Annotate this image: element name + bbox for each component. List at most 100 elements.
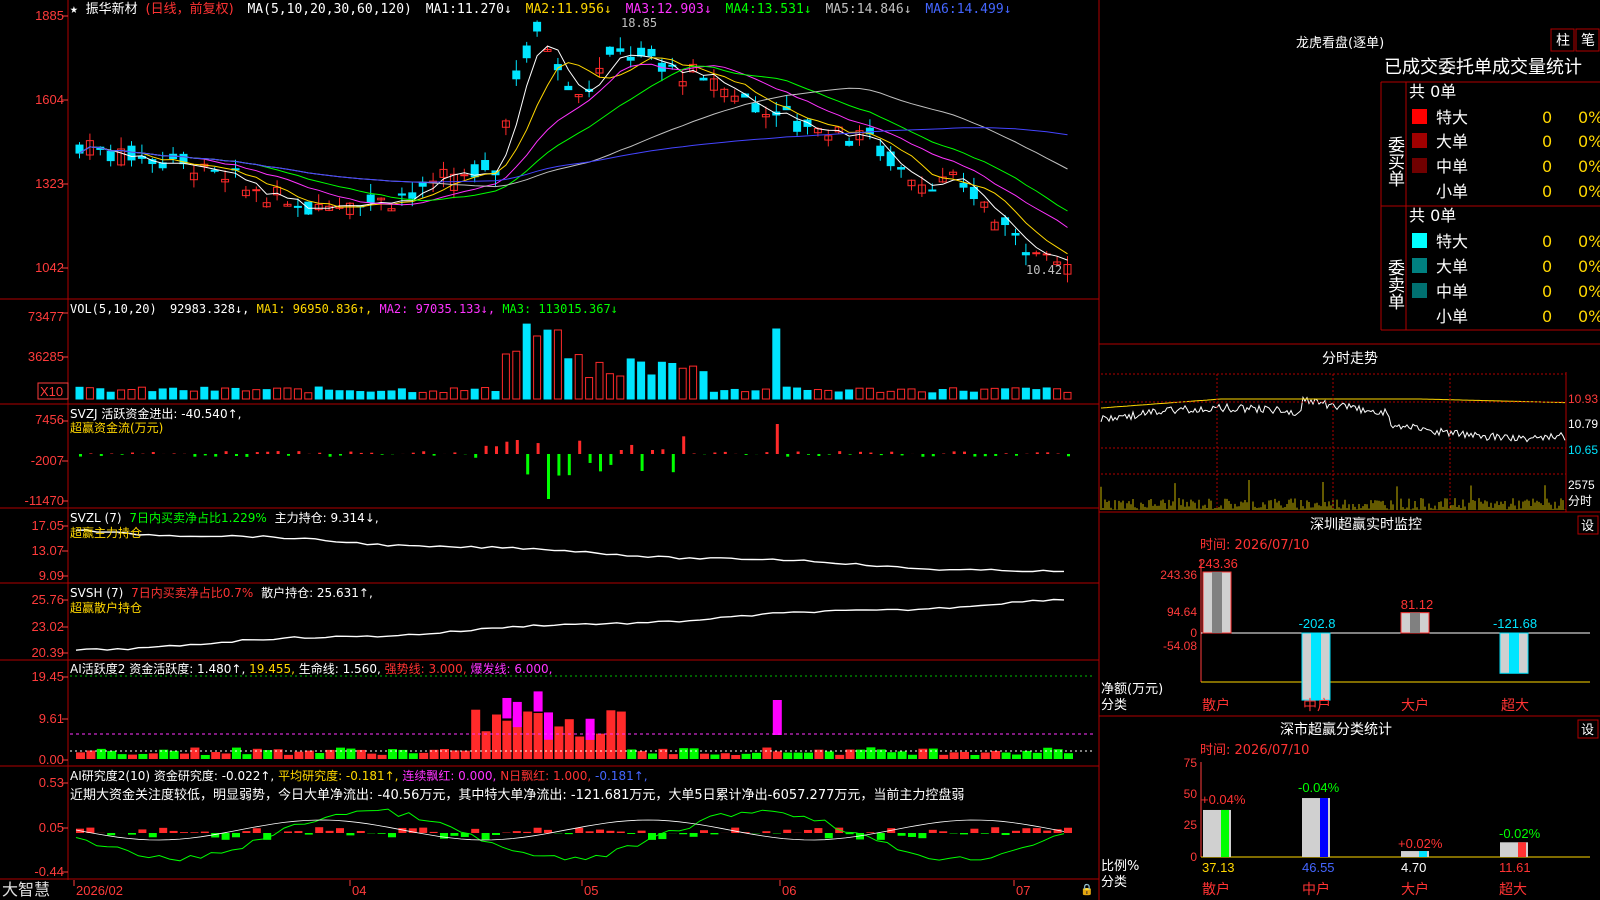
svzj-axis-label: 7456 <box>35 412 64 427</box>
ai-activity-bars <box>76 691 1073 759</box>
fund-flow-bar <box>651 450 654 454</box>
xl-buy-swatch <box>1412 109 1427 124</box>
sell-row-value: 0 <box>1542 307 1552 326</box>
activity-bar <box>1012 754 1021 759</box>
monitor-settings-label: 设 <box>1581 519 1594 534</box>
svsh-header: SVSH (7) 7日内买卖净占比0.7% 散户持仓: 25.631↑, <box>70 585 373 600</box>
research-bar <box>356 830 365 833</box>
research-bar <box>710 833 719 835</box>
activity-bar <box>616 711 626 759</box>
volume-bar <box>1021 387 1030 400</box>
intraday-axis-label: 10.65 <box>1568 443 1598 457</box>
svzl-axis-label: 17.05 <box>31 518 64 533</box>
volume-bar <box>990 387 999 400</box>
monitor-axis-label: 94.64 <box>1167 605 1197 619</box>
research-bar <box>1001 833 1010 836</box>
activity-bar <box>180 753 189 759</box>
activity-bar <box>741 753 751 759</box>
l-sell-swatch <box>1412 258 1427 273</box>
volume-bars[interactable] <box>75 323 1072 400</box>
fund-flow-bar <box>380 454 384 455</box>
activity-bar <box>866 747 876 759</box>
volume-bar <box>418 391 427 400</box>
fund-flow-bar <box>370 452 374 454</box>
volume-bar <box>637 361 646 400</box>
stock-chart-window[interactable]: ★ 振华新材 (日线，前复权) MA(5,10,20,30,60,120) MA… <box>0 0 1600 900</box>
stats-category: 散户 <box>1202 881 1230 898</box>
activity-bar <box>1022 750 1032 759</box>
volume-bar <box>949 387 958 400</box>
activity-bar <box>564 719 574 759</box>
activity-bar <box>169 750 179 759</box>
volume-bar <box>678 367 687 400</box>
volume-bar <box>730 388 739 400</box>
stats-time: 时间: 2026/07/10 <box>1200 743 1309 758</box>
candle <box>408 192 417 199</box>
fund-flow-bar <box>1046 452 1050 454</box>
candlestick-series[interactable] <box>75 20 1072 283</box>
monitor-value: 81.12 <box>1401 597 1434 612</box>
lock-icon[interactable]: 🔒 <box>1080 883 1094 896</box>
buy-row-name: 特大 <box>1436 108 1468 127</box>
fund-flow-bar <box>786 454 790 457</box>
research-bar <box>596 829 604 833</box>
candle <box>699 77 708 81</box>
activity-bar <box>284 754 293 759</box>
fund-flow-bar <box>359 452 363 454</box>
volume-bar <box>314 386 323 400</box>
volume-bar <box>366 391 375 400</box>
fund-flow-bar <box>1035 452 1039 454</box>
buy-total: 共 0单 <box>1409 82 1456 101</box>
candle <box>845 140 854 146</box>
candle <box>751 103 760 113</box>
candle <box>637 47 646 57</box>
volume-bar <box>845 389 854 400</box>
activity-bar <box>336 747 345 759</box>
research-bar <box>627 833 636 834</box>
activity-bar <box>304 750 314 759</box>
research-bar <box>824 833 833 839</box>
buy-row-name: 小单 <box>1436 182 1468 201</box>
fund-flow-bar <box>536 443 540 454</box>
price-axis-label: 1042 <box>35 260 64 275</box>
research-bar <box>221 833 230 840</box>
activity-burst <box>772 700 782 735</box>
stats-ylabel: 比例% <box>1101 859 1139 874</box>
research-bar <box>918 833 927 839</box>
fund-flow-bar <box>859 451 862 454</box>
stats-delta: -0.02% <box>1499 826 1541 841</box>
volume-bar <box>241 390 250 400</box>
activity-bar <box>835 754 845 759</box>
candle <box>928 189 937 192</box>
volume-bar <box>824 389 833 400</box>
monitor-value: -121.68 <box>1493 616 1537 631</box>
volume-bar <box>533 335 542 400</box>
ai1-axis-label: 9.61 <box>39 711 64 726</box>
buy-row-value: 0 <box>1542 182 1552 201</box>
research-bar <box>814 828 823 833</box>
volume-bar <box>210 390 219 400</box>
activity-bar <box>492 714 501 759</box>
activity-bar <box>96 748 106 759</box>
research-bar <box>762 831 771 833</box>
svzl-subheader: 超赢主力持仓 <box>70 525 142 540</box>
bar-view-label: 柱 <box>1556 33 1570 49</box>
volume-bar <box>595 361 604 400</box>
volume-bar <box>75 386 84 400</box>
stats-category: 中户 <box>1302 881 1330 898</box>
activity-burst <box>502 697 512 719</box>
volume-bar <box>127 389 136 400</box>
activity-bar <box>897 751 907 759</box>
activity-bar <box>804 752 813 759</box>
stats-value: 11.61 <box>1499 860 1531 875</box>
research-bar <box>845 833 854 835</box>
candle <box>969 186 978 200</box>
volume-bar <box>470 388 479 400</box>
activity-bar <box>824 751 834 759</box>
low-price-label: 10.42 <box>1026 263 1062 277</box>
fund-flow-bar <box>453 452 457 454</box>
research-bar <box>190 832 199 833</box>
fund-flow-bar <box>495 446 498 454</box>
fund-flow-bar <box>131 452 134 454</box>
research-bar <box>429 831 438 833</box>
